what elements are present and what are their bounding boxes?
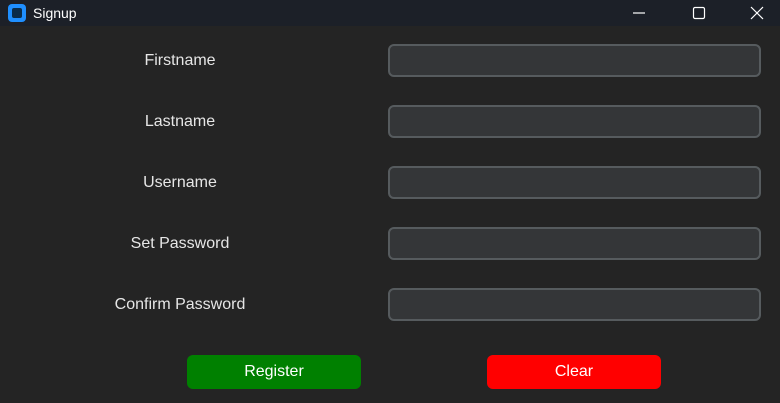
- title-bar: Signup: [0, 0, 780, 26]
- register-button[interactable]: Register: [187, 355, 361, 389]
- app-icon: [8, 4, 26, 22]
- close-icon: [750, 6, 764, 20]
- username-label: Username: [143, 174, 217, 191]
- maximize-button[interactable]: [676, 0, 722, 26]
- firstname-input[interactable]: [388, 44, 761, 77]
- confirm-password-input[interactable]: [388, 288, 761, 321]
- signup-window: Signup Firstname Lastname Username Set P…: [0, 0, 780, 403]
- clear-button[interactable]: Clear: [487, 355, 661, 389]
- maximize-icon: [692, 6, 706, 20]
- window-title: Signup: [33, 5, 77, 21]
- minimize-button[interactable]: [616, 0, 662, 26]
- confirm-password-label: Confirm Password: [114, 296, 246, 313]
- username-input[interactable]: [388, 166, 761, 199]
- lastname-label: Lastname: [144, 113, 216, 130]
- lastname-input[interactable]: [388, 105, 761, 138]
- firstname-label: Firstname: [144, 52, 216, 69]
- minimize-icon: [633, 12, 645, 14]
- set-password-input[interactable]: [388, 227, 761, 260]
- set-password-label: Set Password: [130, 235, 230, 252]
- close-button[interactable]: [734, 0, 780, 26]
